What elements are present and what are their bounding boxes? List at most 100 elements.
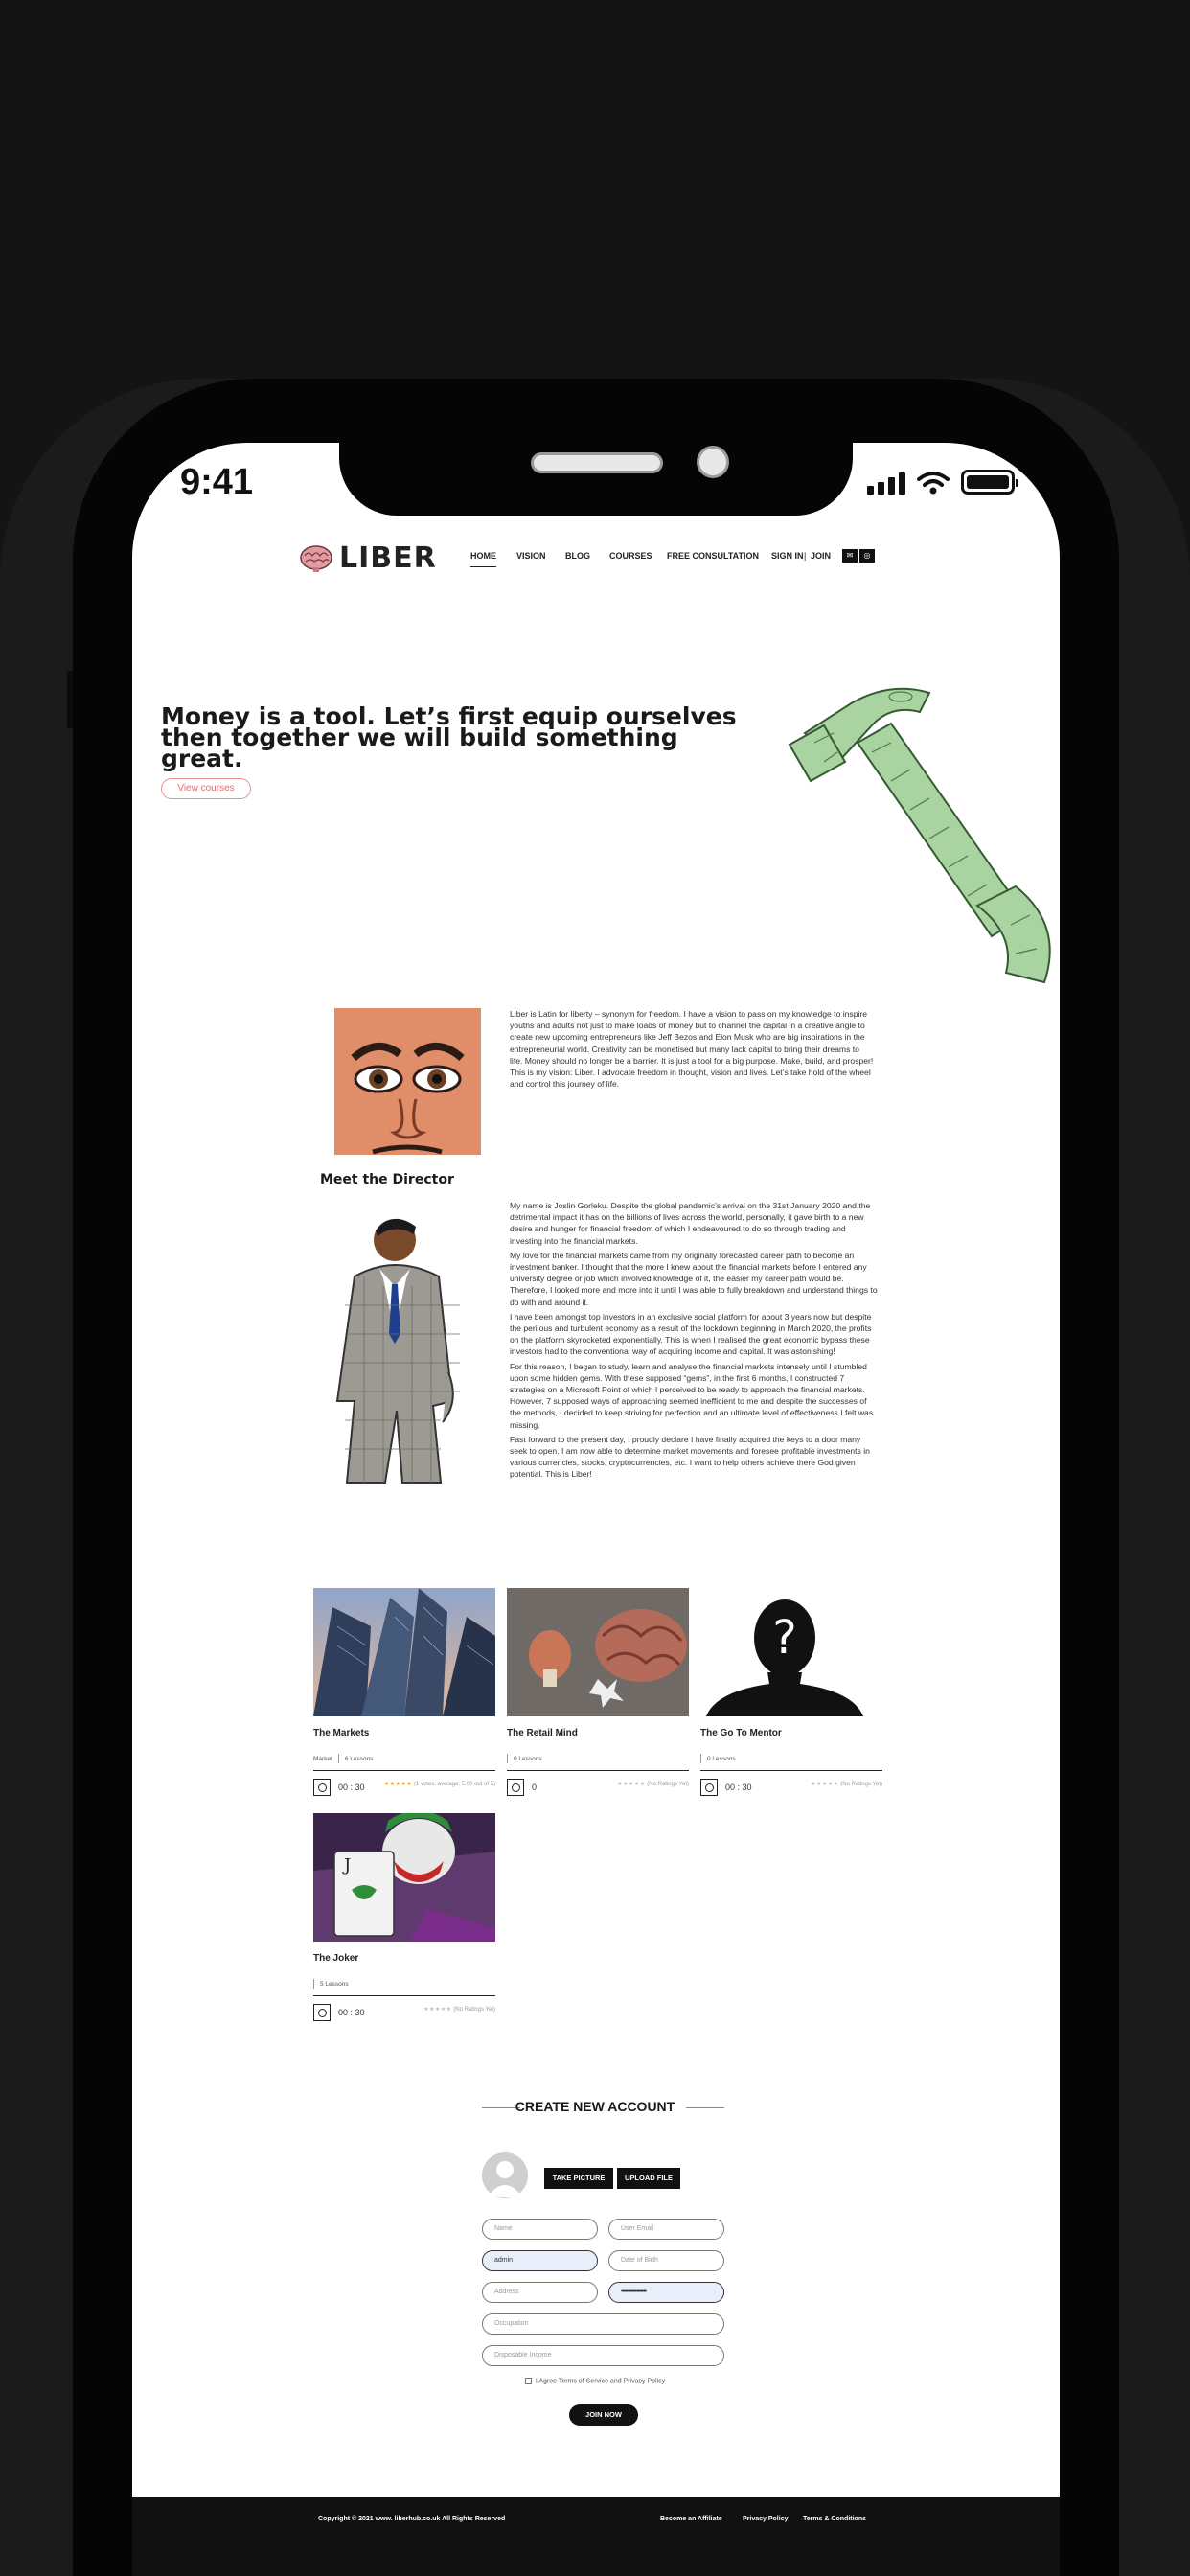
take-picture-button[interactable]: TAKE PICTURE [544, 2168, 613, 2189]
status-time: 9:41 [180, 462, 254, 502]
star-rating-icon[interactable]: ★★★★★ [617, 1782, 645, 1787]
mail-icon[interactable]: ✉ [842, 549, 858, 563]
about-text: Liber is Latin for liberty – synonym for… [510, 1008, 874, 1092]
course-duration: 00 : 30 [338, 2008, 365, 2017]
course-title[interactable]: The Joker [313, 1953, 495, 1964]
money-hammer-illustration [788, 687, 1051, 984]
course-title[interactable]: The Markets [313, 1728, 495, 1738]
svg-text:J: J [342, 1855, 351, 1875]
date-of-birth-input[interactable]: Date of Birth [608, 2250, 724, 2271]
disposable-income-input[interactable]: Disposable Income [482, 2345, 724, 2366]
course-lessons: 5 Lessons [320, 1980, 349, 1988]
upload-file-button[interactable]: UPLOAD FILE [617, 2168, 680, 2189]
director-paragraph: Fast forward to the present day, I proud… [510, 1434, 870, 1480]
email-input[interactable]: User Email [608, 2219, 724, 2240]
footer-terms-link[interactable]: Terms & Conditions [803, 2516, 866, 2522]
occupation-input[interactable]: Occupation [482, 2313, 724, 2334]
clock-icon [313, 1779, 331, 1796]
course-footer: 00 : 30 ★★★★★ (No Ratings Yet) [313, 2004, 495, 2021]
course-thumbnail-joker: J [313, 1813, 495, 1942]
heading-divider [686, 2107, 724, 2108]
clock-icon [700, 1779, 718, 1796]
director-paragraph: I have been amongst top investors in an … [510, 1311, 872, 1357]
director-illustration [335, 1218, 460, 1484]
phone-side-button [67, 671, 73, 728]
course-thumbnail-skyscrapers [313, 1588, 495, 1716]
course-footer: 0 ★★★★★ (No Ratings Yet) [507, 1779, 689, 1796]
top-navigation: LIBER HOME VISION BLOG COURSES FREE CONS… [0, 541, 1190, 575]
footer-affiliate-link[interactable]: Become an Affiliate [660, 2516, 722, 2522]
create-account-heading: CREATE NEW ACCOUNT [515, 2099, 675, 2114]
course-title[interactable]: The Retail Mind [507, 1728, 689, 1738]
nav-home[interactable]: HOME [470, 551, 496, 567]
logo-text: LIBER [339, 541, 437, 575]
course-meta: 5 Lessons [313, 1979, 495, 1996]
view-courses-button[interactable]: View courses [161, 778, 251, 799]
nav-separator: | [804, 551, 807, 561]
hero-title: Money is a tool. Let’s first equip ourse… [161, 702, 737, 772]
nav-courses[interactable]: COURSES [609, 551, 652, 561]
password-input[interactable]: •••••••••••••••••• [608, 2282, 724, 2303]
brain-icon [300, 544, 332, 572]
join-now-button[interactable]: JOIN NOW [569, 2404, 638, 2426]
course-duration: 0 [532, 1782, 538, 1792]
terms-checkbox[interactable] [524, 2378, 532, 2384]
avatar-placeholder-icon [482, 2152, 528, 2198]
course-lessons: 6 Lessons [344, 1755, 374, 1762]
signal-icon [867, 472, 905, 494]
site-footer: Copyright © 2021 www. liberhub.co.uk All… [132, 2497, 1060, 2576]
director-paragraph: My name is Joslin Gorleku. Despite the g… [510, 1201, 871, 1246]
status-icons [867, 470, 1018, 494]
about-paragraph: Liber is Latin for liberty – synonym for… [510, 1009, 874, 1090]
course-meta: 0 Lessons [507, 1754, 689, 1771]
director-paragraph: My love for the financial markets came f… [510, 1250, 878, 1307]
course-lessons: 0 Lessons [707, 1755, 736, 1762]
wifi-icon [917, 472, 950, 494]
nav-vision[interactable]: VISION [516, 551, 546, 561]
course-footer: 00 : 30 ★★★★★ (No Ratings Yet) [700, 1779, 882, 1796]
username-input[interactable]: admin [482, 2250, 598, 2271]
course-duration: 00 : 30 [725, 1782, 752, 1792]
front-camera [697, 446, 729, 478]
course-meta: Market 6 Lessons [313, 1754, 495, 1771]
star-rating-icon[interactable]: ★★★★★ [423, 2007, 451, 2012]
course-card[interactable]: The Markets Market 6 Lessons 00 : 30 ★★★… [313, 1588, 495, 1796]
nav-join[interactable]: JOIN [811, 551, 831, 561]
star-rating-icon[interactable]: ★★★★★ [384, 1782, 412, 1787]
instagram-icon[interactable]: ◎ [859, 549, 875, 563]
course-card[interactable]: ? The Go To Mentor 0 Lessons 00 : 30 ★★★… [700, 1588, 882, 1796]
svg-text:?: ? [772, 1611, 796, 1665]
speaker-grille [531, 452, 663, 473]
course-rating[interactable]: ★★★★★ (No Ratings Yet) [811, 1781, 882, 1788]
star-rating-icon[interactable]: ★★★★★ [811, 1782, 838, 1787]
footer-privacy-link[interactable]: Privacy Policy [743, 2516, 788, 2522]
director-heading: Meet the Director [320, 1172, 454, 1187]
name-input[interactable]: Name [482, 2219, 598, 2240]
course-card[interactable]: The Retail Mind 0 Lessons 0 ★★★★★ (No Ra… [507, 1588, 689, 1796]
course-thumbnail-mentor-silhouette: ? [700, 1588, 882, 1716]
director-bio: My name is Joslin Gorleku. Despite the g… [510, 1200, 878, 1484]
copyright-text: Copyright © 2021 www. liberhub.co.uk All… [318, 2516, 506, 2522]
course-thumbnail-brain [507, 1588, 689, 1716]
course-title[interactable]: The Go To Mentor [700, 1728, 882, 1738]
course-rating[interactable]: ★★★★★ (No Ratings Yet) [423, 2006, 495, 2013]
terms-row: I Agree Terms of Service and Privacy Pol… [0, 2378, 1190, 2384]
battery-icon [961, 470, 1018, 494]
nav-free-consultation[interactable]: FREE CONSULTATION [667, 551, 759, 561]
nav-blog[interactable]: BLOG [565, 551, 590, 561]
course-card[interactable]: J The Joker 5 Lessons 00 : 30 ★★★★★ (No … [313, 1813, 495, 2021]
course-rating[interactable]: ★★★★★ (No Ratings Yet) [617, 1781, 689, 1788]
course-category[interactable]: Market [313, 1756, 332, 1762]
director-paragraph: For this reason, I began to study, learn… [510, 1361, 874, 1430]
address-input[interactable]: Address [482, 2282, 598, 2303]
course-lessons: 0 Lessons [514, 1755, 542, 1762]
director-portrait-image [334, 1008, 481, 1155]
clock-icon [507, 1779, 524, 1796]
site-logo[interactable]: LIBER [299, 541, 437, 575]
course-rating[interactable]: ★★★★★ (1 votes, average: 5.00 out of 5) [384, 1781, 495, 1788]
course-duration: 00 : 30 [338, 1782, 365, 1792]
course-meta: 0 Lessons [700, 1754, 882, 1771]
nav-sign-in[interactable]: SIGN IN [771, 551, 804, 561]
course-footer: 00 : 30 ★★★★★ (1 votes, average: 5.00 ou… [313, 1779, 495, 1796]
terms-label[interactable]: I Agree Terms of Service and Privacy Pol… [536, 2378, 665, 2384]
